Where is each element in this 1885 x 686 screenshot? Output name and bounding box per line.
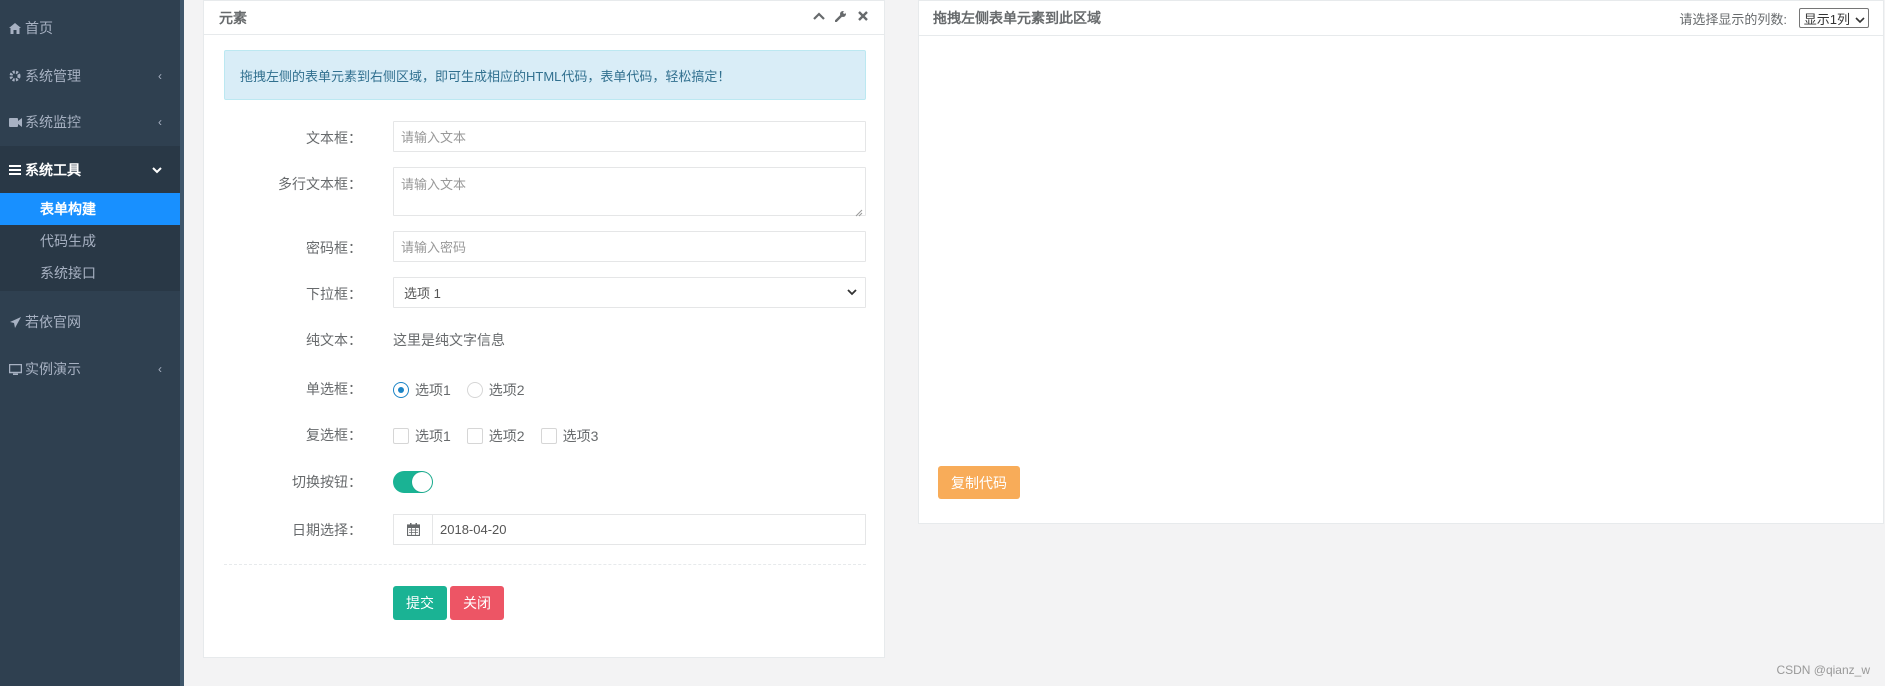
sidebar-item-system-tools[interactable]: 系统工具 — [0, 146, 180, 193]
close-icon[interactable] — [856, 9, 870, 23]
chevron-down-icon — [1855, 13, 1865, 28]
sidebar-item-label: 系统工具 — [25, 161, 81, 178]
watermark: CSDN @qianz_w — [1776, 663, 1870, 677]
password-label: 密码框： — [306, 240, 362, 256]
text-field-label: 文本框： — [306, 130, 362, 146]
submit-button[interactable]: 提交 — [393, 586, 447, 620]
sidebar: 首页 系统管理 ‹ 系统监控 ‹ 系统工具 表单构建 代码生成 系统接口 若依官… — [0, 0, 180, 686]
sidebar-item-label: 系统管理 — [25, 68, 81, 84]
date-picker[interactable]: 2018-04-20 — [393, 514, 866, 545]
radio-button-checked[interactable] — [393, 382, 409, 398]
static-text-label: 纯文本： — [306, 332, 362, 348]
chevron-down-icon — [152, 163, 162, 177]
wrench-icon[interactable] — [834, 9, 848, 23]
chevron-down-icon — [847, 286, 857, 301]
resize-grip-icon[interactable] — [855, 205, 863, 217]
chevron-up-icon[interactable] — [812, 9, 826, 23]
elements-panel: 元素 拖拽左侧的表单元素到右侧区域，即可生成相应的HTML代码，表单代码，轻松搞… — [203, 0, 885, 658]
panel-title: 元素 — [219, 10, 247, 26]
checkbox-group: 选项1 选项2 选项3 — [393, 426, 614, 446]
sidebar-subitem-code-gen[interactable]: 代码生成 — [0, 225, 180, 257]
sidebar-subitem-label: 系统接口 — [40, 265, 96, 281]
sidebar-item-label: 首页 — [25, 20, 53, 36]
password-placeholder: 请输入密码 — [401, 240, 467, 255]
radio-group: 选项1 选项2 — [393, 380, 541, 400]
checkbox[interactable] — [466, 428, 483, 444]
sidebar-item-demo[interactable]: 实例演示 ‹ — [0, 346, 180, 392]
toggle-label: 切换按钮： — [292, 474, 362, 490]
gear-icon — [8, 70, 22, 82]
checkbox-option-label: 选项2 — [488, 428, 525, 444]
radio-button[interactable] — [466, 382, 483, 398]
checkbox-option-label: 选项3 — [562, 428, 599, 444]
radio-label: 单选框： — [306, 381, 362, 397]
columns-label: 请选择显示的列数: — [1679, 12, 1787, 27]
chevron-left-icon: ‹ — [158, 362, 162, 376]
sidebar-item-system-monitor[interactable]: 系统监控 ‹ — [0, 99, 180, 145]
panel-tools — [812, 9, 870, 23]
checkbox[interactable] — [393, 428, 409, 444]
calendar-icon[interactable] — [394, 515, 433, 544]
alert-text: 拖拽左侧的表单元素到右侧区域，即可生成相应的HTML代码，表单代码，轻松搞定！ — [240, 68, 731, 84]
panel-header: 元素 — [204, 1, 884, 35]
sidebar-subitem-label: 代码生成 — [40, 233, 96, 249]
submenu-system-tools: 表单构建 代码生成 系统接口 — [0, 193, 180, 291]
drop-area-panel[interactable]: 拖拽左侧表单元素到此区域 请选择显示的列数: 显示1列 复制代码 — [918, 0, 1884, 524]
info-alert: 拖拽左侧的表单元素到右侧区域，即可生成相应的HTML代码，表单代码，轻松搞定！ — [224, 50, 866, 100]
date-label: 日期选择： — [292, 522, 362, 538]
form-divider — [224, 564, 866, 565]
toggle-knob — [412, 472, 432, 492]
checkbox[interactable] — [540, 428, 557, 444]
sidebar-item-label: 系统监控 — [25, 114, 81, 130]
text-field-placeholder: 请输入文本 — [401, 130, 467, 145]
radio-option-1[interactable]: 选项1 — [393, 380, 451, 400]
columns-select-value: 显示1列 — [1803, 11, 1850, 27]
chevron-left-icon: ‹ — [158, 115, 162, 129]
sidebar-subitem-system-api[interactable]: 系统接口 — [0, 257, 180, 289]
radio-option-label: 选项2 — [488, 382, 525, 398]
panel-title: 拖拽左侧表单元素到此区域 — [933, 10, 1101, 26]
text-field[interactable]: 请输入文本 — [393, 121, 866, 152]
date-input[interactable]: 2018-04-20 — [433, 515, 865, 544]
checkbox-option-1[interactable]: 选项1 — [393, 426, 451, 446]
textarea-placeholder: 请输入文本 — [401, 177, 467, 192]
textarea-label: 多行文本框： — [278, 176, 362, 192]
checkbox-label: 复选框： — [306, 427, 362, 443]
sidebar-item-system-management[interactable]: 系统管理 ‹ — [0, 53, 180, 99]
select-label: 下拉框： — [306, 286, 362, 302]
copy-code-button[interactable]: 复制代码 — [938, 466, 1020, 499]
radio-option-2[interactable]: 选项2 — [466, 380, 525, 400]
select-dropdown[interactable]: 选项 1 — [393, 277, 866, 308]
paper-plane-icon — [8, 316, 22, 328]
desktop-icon — [8, 363, 22, 375]
sidebar-subitem-label: 表单构建 — [40, 201, 96, 217]
video-camera-icon — [8, 117, 22, 127]
columns-select[interactable]: 显示1列 — [1798, 8, 1869, 28]
checkbox-option-3[interactable]: 选项3 — [540, 426, 599, 446]
sidebar-item-ruoyi-site[interactable]: 若依官网 — [0, 299, 180, 345]
sidebar-subitem-form-builder[interactable]: 表单构建 — [0, 193, 180, 225]
password-field[interactable]: 请输入密码 — [393, 231, 866, 262]
sidebar-scroll-edge — [180, 0, 184, 686]
close-button[interactable]: 关闭 — [450, 586, 504, 620]
static-text-value: 这里是纯文字信息 — [393, 332, 505, 348]
checkbox-option-2[interactable]: 选项2 — [466, 426, 525, 446]
home-icon — [8, 22, 22, 34]
checkbox-option-label: 选项1 — [415, 428, 451, 444]
sidebar-item-home[interactable]: 首页 — [0, 5, 180, 51]
chevron-left-icon: ‹ — [158, 69, 162, 83]
select-value: 选项 1 — [404, 286, 441, 301]
bars-icon — [8, 164, 22, 175]
toggle-switch[interactable] — [393, 471, 433, 493]
radio-option-label: 选项1 — [415, 382, 451, 398]
sidebar-item-label: 实例演示 — [25, 361, 81, 377]
textarea-field[interactable]: 请输入文本 — [393, 167, 866, 217]
sidebar-item-label: 若依官网 — [25, 314, 81, 330]
